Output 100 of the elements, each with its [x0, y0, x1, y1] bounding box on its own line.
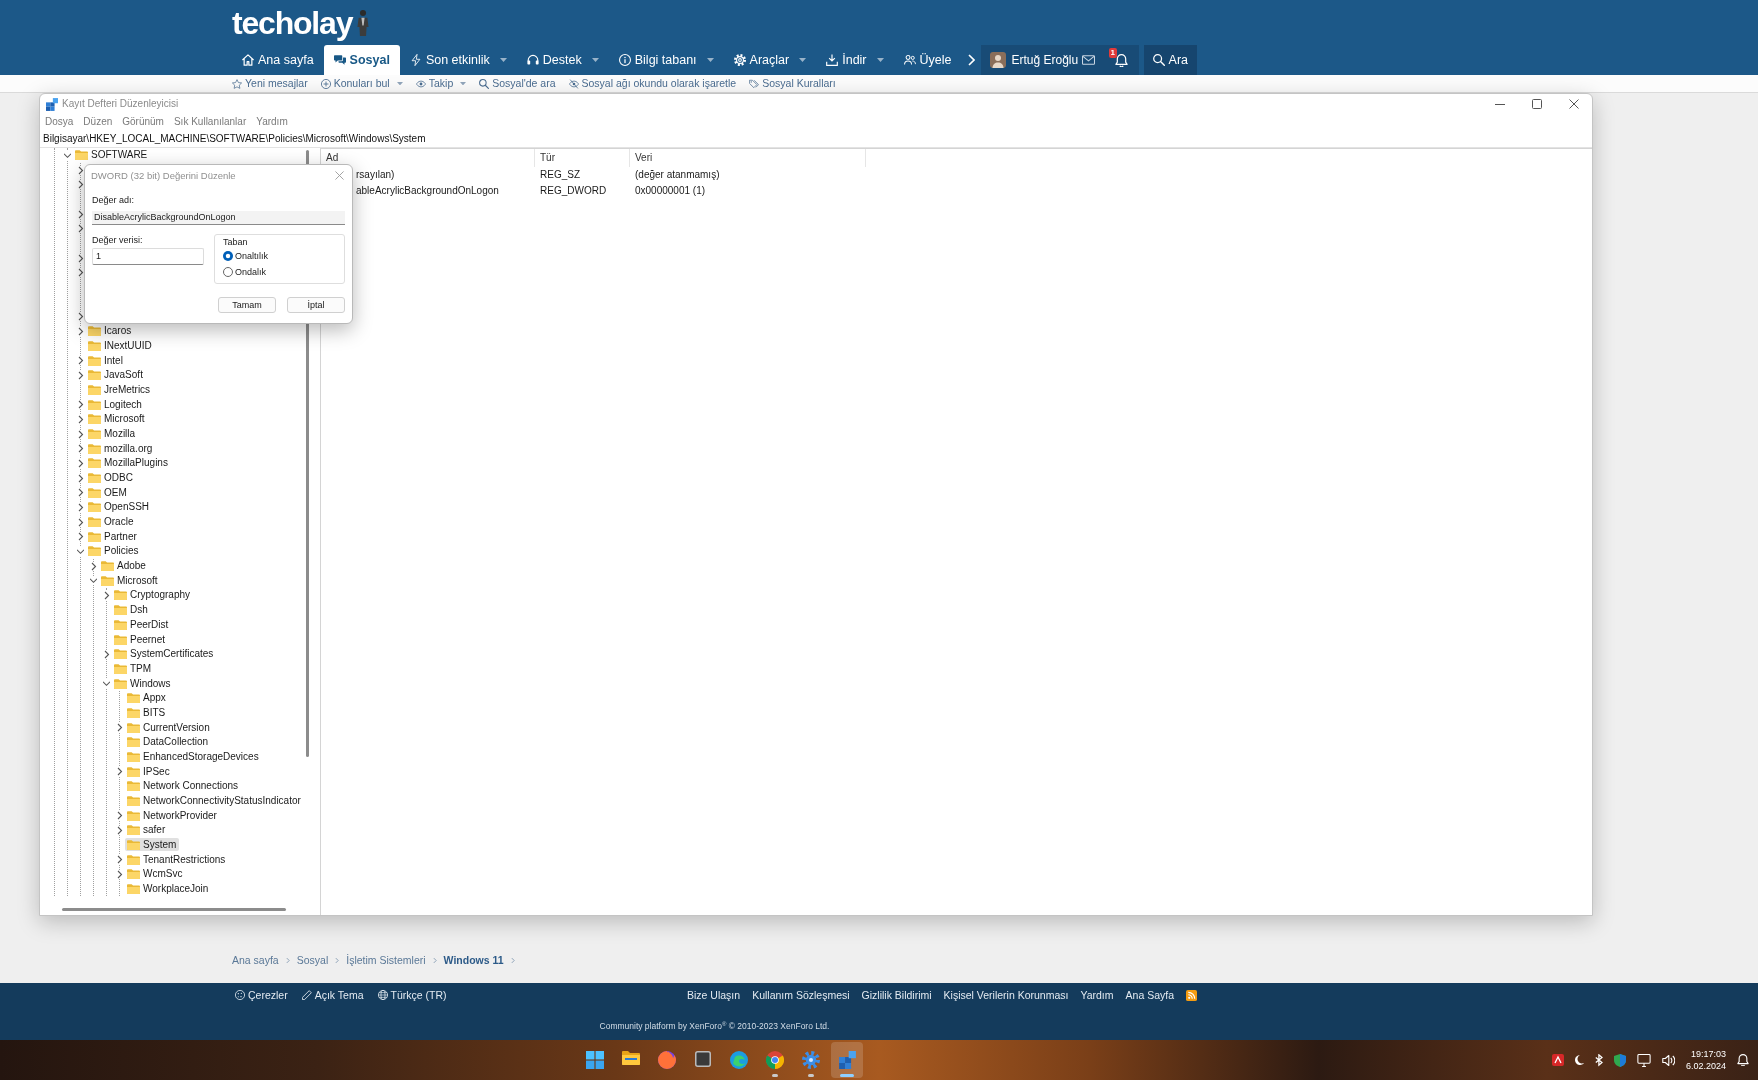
radio-button[interactable] — [223, 251, 233, 261]
nav-tab[interactable]: Destek — [516, 45, 609, 75]
rss-icon[interactable] — [1186, 989, 1197, 1001]
chevron-down-icon[interactable] — [103, 679, 110, 688]
ok-button[interactable]: Tamam — [218, 297, 276, 313]
chevron-right-icon[interactable] — [103, 591, 110, 600]
chevron-right-icon[interactable] — [77, 209, 84, 219]
subnav-link[interactable]: Konuları bul — [320, 77, 403, 90]
value-name-field[interactable]: DisableAcrylicBackgroundOnLogon — [92, 211, 345, 225]
breadcrumb-link[interactable]: Windows 11 — [443, 953, 504, 967]
chevron-right-icon[interactable] — [90, 561, 97, 571]
tree-item[interactable]: EnhancedStorageDevices — [125, 750, 262, 764]
subnav-link[interactable]: Yeni mesajlar — [232, 77, 308, 90]
chevron-right-icon[interactable] — [77, 517, 84, 527]
tree-item[interactable]: safer — [125, 823, 169, 837]
tree-item[interactable]: NetworkConnectivityStatusIndicator — [125, 794, 302, 808]
chevron-down-icon[interactable] — [64, 150, 71, 160]
chevron-right-icon[interactable] — [77, 165, 84, 175]
breadcrumb-link[interactable]: İşletim Sistemleri — [346, 953, 426, 967]
tree-item[interactable]: Appx — [125, 691, 169, 705]
shield-icon[interactable] — [1613, 1053, 1626, 1067]
tree-item[interactable]: Microsoft — [99, 574, 161, 588]
chevron-down-icon[interactable] — [77, 546, 84, 556]
tree-item[interactable]: Mozilla — [86, 427, 139, 441]
chevron-right-icon[interactable] — [77, 473, 84, 483]
tree-item[interactable]: IPSec — [125, 765, 173, 779]
tree-item[interactable]: Windows — [112, 677, 174, 690]
chevron-right-icon[interactable] — [77, 268, 84, 278]
search-link[interactable]: Ara — [1143, 45, 1197, 75]
chevron-right-icon[interactable] — [77, 458, 84, 468]
tree-item[interactable]: OEM — [86, 486, 130, 500]
menu-item[interactable]: Görünüm — [117, 116, 169, 128]
nav-tab[interactable]: Bilgi tabanı — [608, 45, 724, 75]
tree-item[interactable]: JavaSoft — [86, 368, 146, 382]
tree-item[interactable]: INextUUID — [86, 339, 155, 353]
chevron-right-icon[interactable] — [77, 326, 84, 336]
footer-link[interactable]: Açık Tema — [301, 988, 364, 1002]
tree-item[interactable]: Cryptography — [112, 589, 194, 602]
chevron-right-icon[interactable] — [116, 767, 123, 777]
column-header[interactable]: Tür — [535, 149, 630, 167]
footer-link[interactable]: Gizlilik Bildirimi — [861, 988, 932, 1002]
tree-item[interactable]: Intel — [86, 354, 126, 368]
chevron-right-icon[interactable] — [77, 532, 84, 542]
tree-item[interactable]: mozilla.org — [86, 442, 156, 456]
nav-tab[interactable]: Üyele — [893, 45, 962, 75]
tree-item[interactable]: NetworkProvider — [125, 809, 220, 823]
tree-item[interactable]: Adobe — [99, 559, 149, 573]
value-data-field[interactable]: 1 — [92, 248, 204, 265]
user-menu-link[interactable]: Ertuğ Eroğlu — [989, 52, 1079, 68]
menu-item[interactable]: Sık Kullanılanlar — [168, 116, 252, 128]
footer-link[interactable]: Ana Sayfa — [1125, 988, 1174, 1002]
crescent-icon[interactable] — [1574, 1055, 1584, 1065]
tree-item[interactable]: Peernet — [112, 633, 169, 646]
footer-link[interactable]: Türkçe (TR) — [377, 988, 447, 1002]
bell-icon[interactable] — [1737, 1054, 1749, 1066]
chevron-right-icon[interactable] — [77, 224, 84, 234]
subnav-link[interactable]: Sosyal ağı okundu olarak işaretle — [568, 77, 737, 90]
tree-item[interactable]: WcmSvc — [125, 867, 186, 881]
tree-item[interactable]: TPM — [112, 662, 155, 676]
chevron-right-icon[interactable] — [77, 444, 84, 454]
taskbar-button[interactable] — [831, 1042, 863, 1078]
tree-item[interactable]: WorkplaceJoin — [125, 882, 212, 896]
footer-link[interactable]: Kullanım Sözleşmesi — [752, 988, 850, 1002]
address-field[interactable]: Bilgisayar\HKEY_LOCAL_MACHINE\SOFTWARE\Policies\Microsoft\Windows\System — [40, 130, 1592, 148]
chevron-right-icon[interactable] — [116, 723, 123, 733]
chevron-right-icon[interactable] — [77, 180, 84, 190]
footer-link[interactable]: Yardım — [1080, 988, 1114, 1002]
chevron-right-icon[interactable] — [77, 312, 84, 322]
menu-item[interactable]: Yardım — [251, 116, 293, 128]
footer-link[interactable]: Çerezler — [235, 988, 288, 1002]
footer-link[interactable]: Bize Ulaşın — [687, 988, 741, 1002]
clock-time[interactable]: 19:17:03 — [1690, 1048, 1726, 1060]
chevron-down-icon[interactable] — [90, 576, 97, 586]
tree-item[interactable]: MozillaPlugins — [86, 456, 171, 470]
radio-button[interactable] — [223, 267, 233, 277]
tree-item[interactable]: Network Connections — [125, 779, 242, 793]
column-header[interactable]: Veri — [630, 149, 866, 167]
tree-item[interactable]: DataCollection — [125, 735, 212, 749]
chevron-right-icon[interactable] — [116, 825, 123, 835]
nav-tab[interactable]: Son etkinlik — [399, 45, 517, 75]
footer-link[interactable]: Kişisel Verilerin Korunması — [943, 988, 1069, 1002]
menu-item[interactable]: Düzen — [78, 116, 118, 128]
chevron-right-icon[interactable] — [77, 414, 84, 424]
tree-item[interactable]: ODBC — [86, 471, 136, 485]
breadcrumb-link[interactable]: Sosyal — [296, 953, 329, 967]
chevron-right-icon[interactable] — [77, 356, 84, 366]
horizontal-scrollbar[interactable] — [62, 908, 286, 911]
tree-item[interactable]: Oracle — [86, 515, 137, 529]
chevron-right-icon[interactable] — [77, 502, 84, 512]
tree-item[interactable]: SOFTWARE — [73, 148, 151, 162]
tree-item[interactable]: PeerDist — [112, 618, 172, 632]
subnav-link[interactable]: Takip — [415, 77, 467, 90]
tree-item[interactable]: System — [125, 838, 180, 852]
tree-item[interactable]: CurrentVersion — [125, 721, 213, 735]
chevron-right-icon[interactable] — [77, 400, 84, 410]
chevron-right-icon[interactable] — [103, 649, 110, 659]
chevron-right-icon[interactable] — [116, 869, 123, 879]
mail-icon[interactable] — [1081, 55, 1095, 65]
tree-item[interactable]: BITS — [125, 706, 169, 720]
bell-icon[interactable] — [1114, 53, 1128, 67]
